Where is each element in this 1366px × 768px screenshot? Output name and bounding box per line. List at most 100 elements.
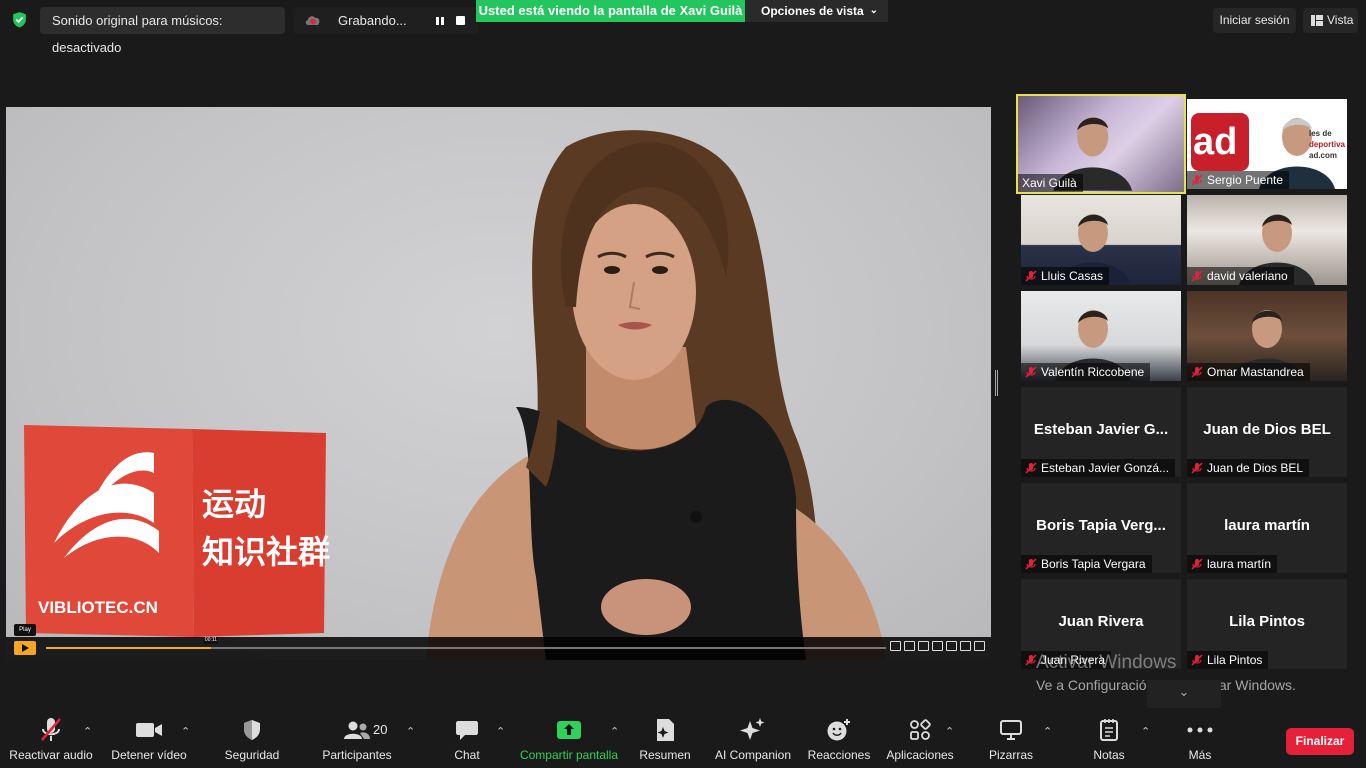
reactions-label: Reacciones [807, 748, 871, 762]
notes-label: Notas [1093, 748, 1125, 762]
participant-name-label: Lluis Casas [1041, 269, 1104, 283]
whiteboards-button[interactable]: Pizarras [986, 714, 1036, 768]
participant-name-label: Sergio Puente [1207, 173, 1284, 187]
participant-tile[interactable]: Lila Pintos Lila Pintos [1187, 579, 1347, 669]
security-label: Seguridad [224, 748, 280, 762]
share-screen-icon [557, 721, 581, 739]
stop-video-label: Detener vídeo [111, 748, 187, 762]
participant-tile[interactable]: Juan de Dios BEL Juan de Dios BEL [1187, 387, 1347, 477]
participants-label: Participantes [322, 748, 392, 762]
chat-button[interactable]: Chat [446, 714, 488, 768]
reactions-button[interactable]: Reacciones [808, 714, 870, 768]
video-camera-icon [136, 723, 162, 737]
play-button[interactable] [14, 641, 36, 655]
notes-options-caret-icon[interactable]: ⌃ [1141, 725, 1150, 738]
chapters-icon[interactable] [918, 641, 929, 651]
participant-name-label: Lila Pintos [1207, 653, 1263, 667]
participant-tile[interactable]: Boris Tapia Verg... Boris Tapia Vergara [1021, 483, 1181, 573]
panel-splitter-handle[interactable] [995, 370, 998, 396]
view-label: Vista [1327, 13, 1354, 27]
audio-options-caret-icon[interactable]: ⌃ [83, 725, 92, 738]
summary-label: Resumen [639, 748, 691, 762]
video-options-caret-icon[interactable]: ⌃ [181, 725, 190, 738]
participant-name-label: Boris Tapia Vergara [1041, 557, 1146, 571]
participants-icon [344, 721, 370, 739]
participant-tile[interactable]: Omar Mastandrea [1187, 291, 1347, 381]
reactions-smiley-icon [827, 719, 850, 741]
view-button[interactable]: Vista [1303, 8, 1358, 33]
fullscreen-icon[interactable] [974, 641, 985, 651]
stop-recording-icon[interactable] [456, 16, 465, 25]
end-meeting-button[interactable]: Finalizar [1286, 728, 1354, 755]
share-options-caret-icon[interactable]: ⌃ [610, 725, 619, 738]
apps-grid-icon [910, 719, 931, 740]
play-icon [22, 644, 29, 652]
chat-label: Chat [454, 748, 480, 762]
apps-button[interactable]: Aplicaciones [884, 714, 956, 768]
participant-tile[interactable]: Valentín Riccobene [1021, 291, 1181, 381]
notes-button[interactable]: Notas [1088, 714, 1130, 768]
recording-label: Grabando... [338, 13, 407, 28]
participant-name-tag: laura martín [1187, 555, 1278, 573]
theater-icon[interactable] [960, 641, 971, 651]
activate-windows-title: Activar Windows [1036, 652, 1177, 673]
volume-icon[interactable] [890, 641, 901, 651]
ai-companion-button[interactable]: AI Companion [712, 714, 794, 768]
unmute-button[interactable]: Reactivar audio [8, 714, 94, 768]
whiteboards-label: Pizarras [988, 748, 1033, 762]
participant-name-label: Esteban Javier Gonzá... [1041, 461, 1170, 475]
more-dots-icon [1187, 727, 1213, 733]
chat-options-caret-icon[interactable]: ⌃ [496, 725, 505, 738]
gallery-scroll-down-button[interactable]: ⌄ [1147, 680, 1221, 708]
notes-icon [1100, 719, 1118, 741]
summary-button[interactable]: Resumen [638, 714, 692, 768]
participant-name-label: david valeriano [1207, 269, 1288, 283]
sign-in-button[interactable]: Iniciar sesión [1213, 8, 1296, 33]
sponsor-banner-text: les de [1309, 129, 1332, 138]
pause-recording-icon[interactable] [435, 16, 445, 26]
participant-name-tag: Valentín Riccobene [1021, 363, 1151, 381]
progress-fill [46, 647, 211, 649]
view-options-label: Opciones de vista [761, 4, 864, 18]
security-button[interactable]: Seguridad [220, 714, 284, 768]
view-options-dropdown[interactable]: Opciones de vista ⌄ [745, 0, 888, 22]
participant-tile[interactable]: Lluis Casas [1021, 195, 1181, 285]
settings-icon[interactable] [932, 641, 943, 651]
whiteboards-options-caret-icon[interactable]: ⌃ [1043, 725, 1052, 738]
more-label: Más [1188, 748, 1212, 762]
mic-muted-icon [1025, 270, 1037, 282]
original-sound-status[interactable]: Sonido original para músicos: desactivad… [40, 7, 285, 55]
participant-display-name: Boris Tapia Verg... [1036, 517, 1166, 534]
player-controls [890, 641, 985, 653]
box-brand-text: VIBLIOTEC.CN [38, 598, 158, 617]
participant-tile[interactable]: ad les de deportiva ad.com Sergio Puente [1187, 99, 1347, 189]
box-chinese-line1: 运动 [202, 486, 267, 522]
participant-name-label: Xavi Guilà [1022, 176, 1077, 190]
share-screen-button[interactable]: Compartir pantalla [518, 714, 620, 768]
apps-options-caret-icon[interactable]: ⌃ [945, 725, 954, 738]
participant-tile[interactable]: david valeriano [1187, 195, 1347, 285]
chat-bubble-icon [456, 721, 478, 740]
captions-icon[interactable] [904, 641, 915, 651]
participant-tile[interactable]: laura martín laura martín [1187, 483, 1347, 573]
viewing-screen-banner: Usted está viendo la pantalla de Xavi Gu… [476, 0, 745, 22]
pip-icon[interactable] [946, 641, 957, 651]
participant-display-name: Juan de Dios BEL [1203, 421, 1331, 438]
chevron-down-icon: ⌄ [869, 5, 878, 16]
shield-icon[interactable] [11, 11, 28, 28]
mic-muted-icon [1191, 654, 1203, 666]
progress-time: 00:11 [204, 637, 218, 644]
participant-name-tag: Xavi Guilà [1018, 174, 1083, 192]
participant-tile[interactable]: Xavi Guilà [1016, 94, 1186, 194]
mic-muted-icon [1191, 270, 1203, 282]
mic-muted-icon [1025, 462, 1037, 474]
security-shield-icon [244, 720, 260, 740]
participant-tile[interactable]: Esteban Javier G... Esteban Javier Gonzá.… [1021, 387, 1181, 477]
sponsor-banner-text: ad.com [1309, 151, 1338, 160]
stop-video-button[interactable]: Detener vídeo [107, 714, 191, 768]
more-button[interactable]: Más [1180, 714, 1220, 768]
participant-name-tag: david valeriano [1187, 267, 1294, 285]
participants-options-caret-icon[interactable]: ⌃ [406, 725, 415, 738]
mic-muted-icon [1191, 174, 1203, 186]
participant-name-tag: Boris Tapia Vergara [1021, 555, 1152, 573]
